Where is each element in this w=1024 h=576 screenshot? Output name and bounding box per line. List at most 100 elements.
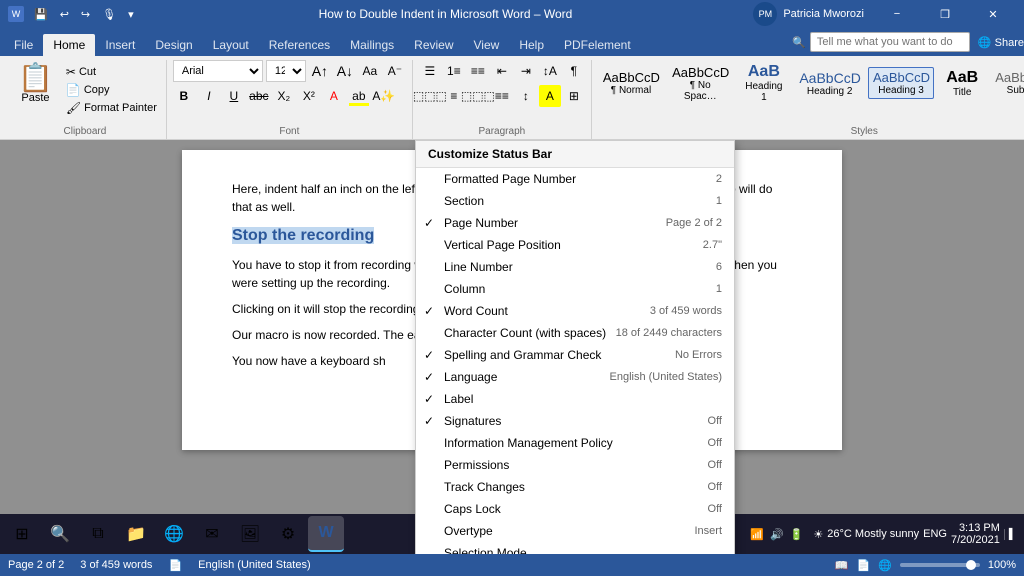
settings-app[interactable]: ⚙ (270, 516, 306, 552)
indent-increase-button[interactable]: ⇥ (515, 60, 537, 82)
sort-button[interactable]: ↕A (539, 60, 561, 82)
paste-button[interactable]: 📋 Paste (10, 60, 61, 108)
save-qat[interactable]: 💾 (30, 6, 52, 23)
start-button[interactable]: ⊞ (4, 516, 40, 552)
cut-button[interactable]: ✂ Cut (63, 64, 160, 80)
show-marks-button[interactable]: ¶ (563, 60, 585, 82)
network-icon[interactable]: 📶 (750, 528, 764, 541)
underline-button[interactable]: U (223, 85, 245, 107)
format-painter-button[interactable]: 🖌 Format Painter (63, 100, 160, 116)
undo-qat[interactable]: ↩ (56, 6, 73, 23)
word-taskbar[interactable]: W (308, 516, 344, 552)
menu-item[interactable]: ✓Label (416, 388, 734, 410)
tab-design[interactable]: Design (145, 34, 202, 56)
menu-item[interactable]: Formatted Page Number2 (416, 168, 734, 190)
style-heading2[interactable]: AaBbCcD Heading 2 (794, 67, 865, 100)
tab-file[interactable]: File (4, 34, 43, 56)
view-read-button[interactable]: 📖 (835, 559, 849, 572)
tab-review[interactable]: Review (404, 34, 463, 56)
increase-font-button[interactable]: A↑ (309, 60, 331, 82)
user-avatar[interactable]: PM (753, 2, 777, 26)
font-color-button[interactable]: A (323, 85, 345, 107)
style-title[interactable]: AaB Title (937, 66, 987, 101)
view-print-button[interactable]: 📄 (856, 559, 870, 572)
align-right-button[interactable]: ⬚⬚⬚ (467, 85, 489, 107)
task-view[interactable]: ⧉ (80, 516, 116, 552)
menu-item[interactable]: Section1 (416, 190, 734, 212)
menu-item[interactable]: Track ChangesOff (416, 476, 734, 498)
menu-item[interactable]: Character Count (with spaces)18 of 2449 … (416, 322, 734, 344)
tab-pdfelement[interactable]: PDFelement (554, 34, 641, 56)
strikethrough-button[interactable]: abc (248, 85, 270, 107)
tab-help[interactable]: Help (509, 34, 554, 56)
paste-label: Paste (21, 92, 49, 104)
decrease-font-button[interactable]: A↓ (334, 60, 356, 82)
font-family-selector[interactable]: Arial (173, 60, 263, 82)
share-button[interactable]: 🌐 Share (978, 36, 1024, 49)
shading-button[interactable]: A (539, 85, 561, 107)
tab-layout[interactable]: Layout (203, 34, 259, 56)
menu-item[interactable]: Column1 (416, 278, 734, 300)
style-subtitle[interactable]: AaBbCcD Subtitle (990, 67, 1024, 99)
highlight-color-button[interactable]: ab (348, 85, 370, 107)
align-left-button[interactable]: ⬚⬚⬚ (419, 85, 441, 107)
tab-insert[interactable]: Insert (95, 34, 145, 56)
line-spacing-button[interactable]: ↕ (515, 85, 537, 107)
style-no-space[interactable]: AaBbCcD ¶ No Spac… (667, 62, 733, 105)
clear-format-button[interactable]: A⁻ (384, 60, 406, 82)
menu-item[interactable]: Selection Mode (416, 542, 734, 554)
menu-item[interactable]: ✓Word Count3 of 459 words (416, 300, 734, 322)
more-qat[interactable]: ▾ (124, 6, 138, 23)
text-effects-button[interactable]: A✨ (373, 85, 395, 107)
menu-item[interactable]: Line Number6 (416, 256, 734, 278)
volume-icon[interactable]: 🔊 (770, 528, 784, 541)
indent-decrease-button[interactable]: ⇤ (491, 60, 513, 82)
subscript-button[interactable]: X₂ (273, 85, 295, 107)
justify-button[interactable]: ≡≡ (491, 85, 513, 107)
edge-browser[interactable]: 🌐 (156, 516, 192, 552)
search-input[interactable] (810, 32, 970, 52)
style-normal[interactable]: AaBbCcD ¶ Normal (598, 67, 664, 99)
menu-item[interactable]: ✓Spelling and Grammar CheckNo Errors (416, 344, 734, 366)
menu-item[interactable]: Vertical Page Position2.7" (416, 234, 734, 256)
menu-item[interactable]: OvertypeInsert (416, 520, 734, 542)
search-taskbar[interactable]: 🔍 (42, 516, 78, 552)
show-desktop-button[interactable]: ▌ (1004, 529, 1020, 540)
menu-item[interactable]: ✓SignaturesOff (416, 410, 734, 432)
mail-app[interactable]: ✉ (194, 516, 230, 552)
style-heading3[interactable]: AaBbCcD Heading 3 (868, 67, 934, 99)
menu-item[interactable]: Caps LockOff (416, 498, 734, 520)
case-button[interactable]: Aa (359, 60, 381, 82)
redo-qat[interactable]: ↪ (77, 6, 94, 23)
menu-item[interactable]: Information Management PolicyOff (416, 432, 734, 454)
menu-item-label: Page Number (444, 216, 518, 230)
italic-button[interactable]: I (198, 85, 220, 107)
close-button[interactable]: ✕ (970, 0, 1016, 28)
restore-button[interactable]: ❒ (922, 0, 968, 28)
customize-qat[interactable]: 🎙 (98, 6, 120, 23)
bullets-button[interactable]: ☰ (419, 60, 441, 82)
borders-button[interactable]: ⊞ (563, 85, 585, 107)
menu-item-value: 1 (716, 283, 722, 295)
copy-button[interactable]: 📄 Copy (63, 82, 160, 98)
multilevel-button[interactable]: ≡≡ (467, 60, 489, 82)
battery-icon[interactable]: 🔋 (790, 528, 804, 541)
title-bar: W 💾 ↩ ↪ 🎙 ▾ How to Double Indent in Micr… (0, 0, 1024, 28)
menu-item[interactable]: ✓LanguageEnglish (United States) (416, 366, 734, 388)
minimize-button[interactable]: − (874, 0, 920, 28)
zoom-slider[interactable] (900, 563, 980, 567)
font-size-selector[interactable]: 12 (266, 60, 306, 82)
file-explorer[interactable]: 📁 (118, 516, 154, 552)
menu-item[interactable]: PermissionsOff (416, 454, 734, 476)
photos-app[interactable]: 🖼 (232, 516, 268, 552)
style-heading1[interactable]: AaB Heading 1 (736, 60, 791, 106)
superscript-button[interactable]: X² (298, 85, 320, 107)
tab-mailings[interactable]: Mailings (340, 34, 404, 56)
tab-view[interactable]: View (464, 34, 510, 56)
view-web-button[interactable]: 🌐 (878, 559, 892, 572)
numbering-button[interactable]: 1≡ (443, 60, 465, 82)
tab-references[interactable]: References (259, 34, 340, 56)
tab-home[interactable]: Home (43, 34, 95, 56)
bold-button[interactable]: B (173, 85, 195, 107)
menu-item[interactable]: ✓Page NumberPage 2 of 2 (416, 212, 734, 234)
